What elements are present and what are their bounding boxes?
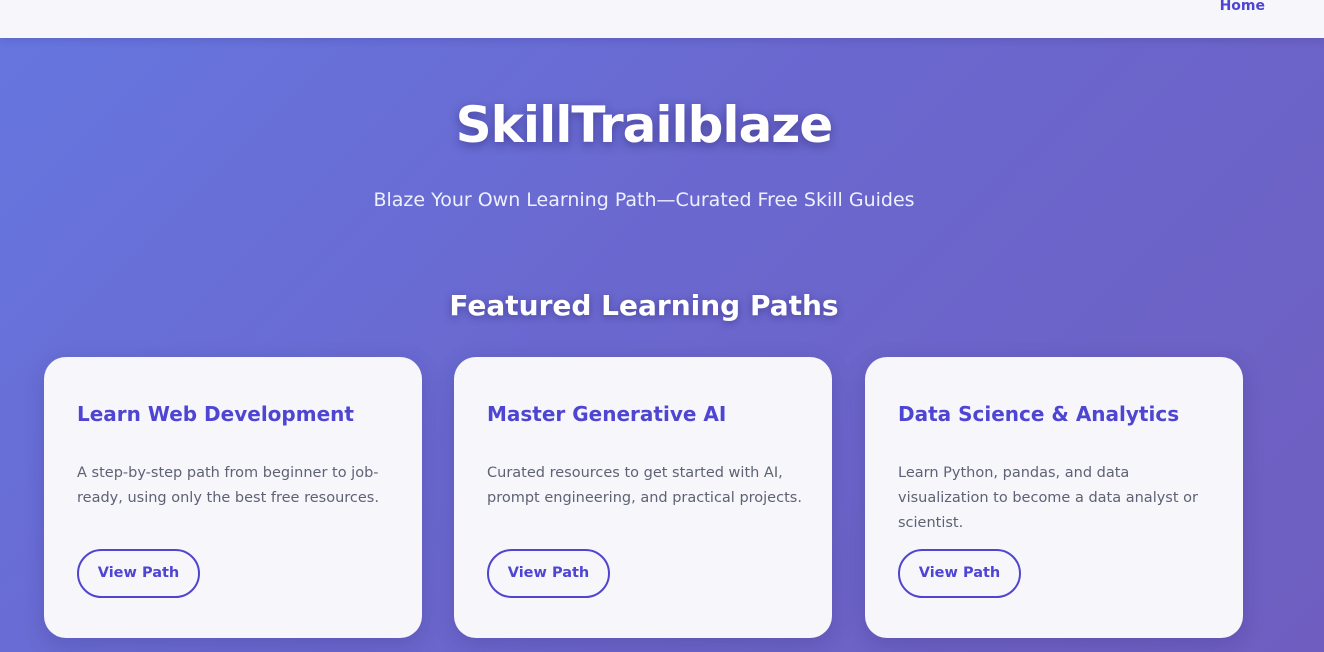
view-path-button[interactable]: View Path	[898, 549, 1021, 598]
hero-subtitle: Blaze Your Own Learning Path—Curated Fre…	[373, 189, 915, 211]
path-card-data-science: Data Science & Analytics Learn Python, p…	[865, 357, 1243, 638]
hero-title: SkillTrailblaze	[455, 96, 834, 154]
card-title: Learn Web Development	[77, 402, 354, 426]
path-card-generative-ai: Master Generative AI Curated resources t…	[454, 357, 832, 638]
card-description: Curated resources to get started with AI…	[487, 465, 802, 506]
path-card-web-development: Learn Web Development A step-by-step pat…	[44, 357, 422, 638]
nav-link-home[interactable]: Home	[1220, 0, 1265, 16]
top-nav-bar: Home	[0, 0, 1324, 38]
card-title: Data Science & Analytics	[898, 402, 1180, 426]
view-path-button[interactable]: View Path	[77, 549, 200, 598]
card-description: A step-by-step path from beginner to job…	[77, 465, 379, 506]
featured-paths-heading: Featured Learning Paths	[449, 289, 839, 322]
card-description: Learn Python, pandas, and data visualiza…	[898, 465, 1198, 531]
view-path-button[interactable]: View Path	[487, 549, 610, 598]
card-title: Master Generative AI	[487, 402, 727, 426]
